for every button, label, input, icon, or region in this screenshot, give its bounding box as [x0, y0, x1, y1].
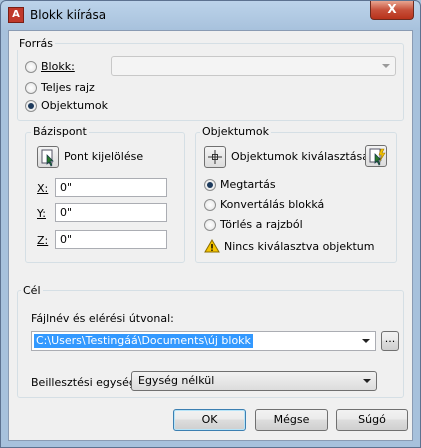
chevron-down-icon [363, 379, 371, 383]
whole-drawing-radio[interactable] [25, 82, 37, 94]
convert-to-block-radio[interactable] [204, 199, 216, 211]
block-label-text: Blokk: [41, 60, 75, 73]
z-label-text: Z: [37, 234, 49, 247]
quick-select-icon [369, 148, 386, 166]
y-label-text: Y: [37, 207, 46, 220]
warning-icon [204, 239, 220, 253]
objects-group-label: Objektumok [200, 125, 271, 138]
source-group-label: Forrás [17, 37, 55, 50]
pick-point-icon-button[interactable] [37, 146, 59, 168]
cancel-button[interactable]: Mégse [255, 409, 328, 431]
y-coordinate-input[interactable]: 0" [55, 203, 167, 222]
dialog-window: A Blokk kiírása X Forrás Blokk: Teljes r… [0, 0, 421, 448]
destination-group-label: Cél [21, 284, 43, 297]
pick-point-label[interactable]: Pont kijelölése [64, 150, 143, 163]
objects-label[interactable]: Objektumok [41, 99, 108, 112]
z-coordinate-input[interactable]: 0" [55, 230, 167, 249]
file-path-combo[interactable]: C:\Users\Testingáá\Documents\új blokk [31, 331, 376, 351]
help-button[interactable]: Súgó [336, 409, 408, 431]
autocad-app-icon: A [8, 7, 24, 23]
browse-button[interactable]: ... [381, 331, 399, 351]
base-point-group-label: Bázispont [31, 125, 89, 138]
x-coordinate-input[interactable]: 0" [55, 178, 167, 197]
ok-button[interactable]: OK [173, 409, 246, 431]
insert-units-dropdown[interactable]: Egység nélkül [131, 371, 377, 391]
objects-radio[interactable] [25, 100, 37, 112]
delete-from-drawing-radio[interactable] [204, 219, 216, 231]
z-label: Z: [37, 234, 48, 247]
crosshair-icon [208, 150, 222, 164]
quick-select-button[interactable] [365, 145, 387, 167]
close-button[interactable]: X [370, 1, 414, 20]
whole-drawing-label[interactable]: Teljes rajz [41, 81, 95, 94]
block-radio-label[interactable]: Blokk: [41, 60, 75, 73]
pick-point-icon [41, 149, 54, 167]
delete-from-drawing-label[interactable]: Törlés a rajzból [220, 218, 303, 231]
insert-units-value: Egység nélkül [138, 374, 215, 387]
x-label: X: [37, 182, 48, 195]
x-label-text: X: [37, 182, 49, 195]
dialog-body: Forrás Blokk: Teljes rajz Objektumok Báz… [8, 30, 413, 441]
y-label: Y: [37, 207, 46, 220]
chevron-down-icon [382, 64, 390, 68]
retain-radio[interactable] [204, 179, 216, 191]
select-objects-crosshair-button[interactable] [204, 146, 226, 168]
retain-label[interactable]: Megtartás [220, 178, 276, 191]
file-path-value[interactable]: C:\Users\Testingáá\Documents\új blokk [34, 334, 253, 348]
window-title: Blokk kiírása [30, 8, 107, 22]
insert-units-label: Beillesztési egység: [31, 376, 140, 389]
no-selection-warning: Nincs kiválasztva objektum [224, 240, 375, 253]
select-objects-label[interactable]: Objektumok kiválasztása [231, 150, 369, 163]
convert-to-block-label[interactable]: Konvertálás blokká [220, 198, 324, 211]
block-name-dropdown[interactable] [111, 56, 396, 76]
chevron-down-icon [362, 339, 370, 343]
block-radio[interactable] [25, 61, 37, 73]
title-bar[interactable]: A Blokk kiírása X [1, 1, 420, 29]
path-label: Fájlnév és elérési útvonal: [31, 312, 174, 325]
